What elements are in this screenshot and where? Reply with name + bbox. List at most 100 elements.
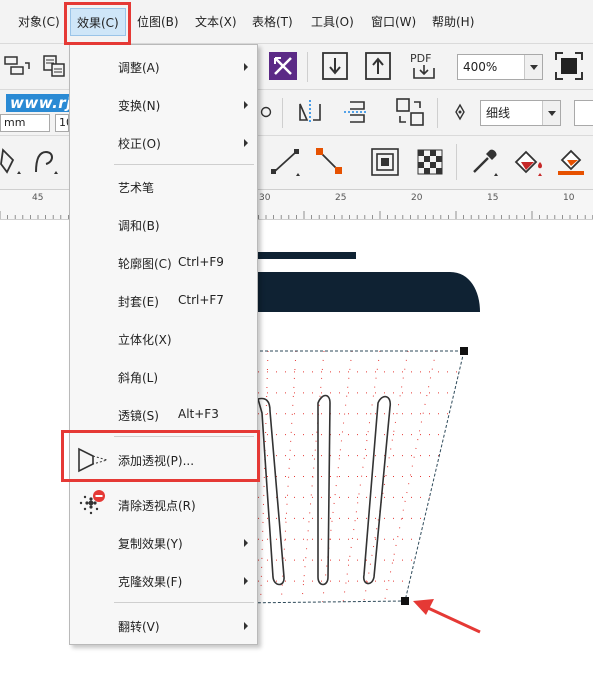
align-icon[interactable] (0, 48, 36, 84)
perspective-handle-top-right (460, 347, 468, 355)
menu-item-label: 复制效果(Y) (118, 537, 183, 551)
paint-bucket-icon[interactable] (510, 144, 546, 180)
menu-table[interactable]: 表格(T) (252, 12, 293, 32)
ruler-label: 45 (32, 193, 44, 203)
freehand-tool-icon[interactable] (28, 144, 64, 180)
menu-item-label: 透镜(S) (118, 409, 159, 423)
ruler-label: 20 (411, 193, 423, 203)
chevron-down-icon[interactable] (524, 55, 542, 79)
menu-item-label: 立体化(X) (118, 333, 172, 347)
menu-item-transform[interactable]: 变换(N) (70, 92, 257, 118)
outline-width-value: 细线 (486, 106, 511, 120)
menu-item-blend[interactable]: 调和(B) (70, 212, 257, 238)
menu-item-label: 调和(B) (118, 219, 160, 233)
menu-item-extrude[interactable]: 立体化(X) (70, 326, 257, 352)
submenu-arrow-icon (244, 63, 248, 71)
unit-field[interactable]: mm (0, 114, 50, 132)
pdf-icon[interactable]: PDF (406, 48, 442, 84)
connector-tool-icon[interactable] (312, 144, 348, 180)
menu-item-shortcut: Ctrl+F9 (178, 255, 224, 269)
transparency-tool-icon[interactable] (412, 144, 448, 180)
menu-item-label: 校正(O) (118, 137, 161, 151)
menu-item-artistic-media[interactable]: 艺术笔 (70, 174, 257, 200)
menu-bar: 对象(C) 效果(C) 位图(B) 文本(X) 表格(T) 工具(O) 窗口(W… (0, 0, 593, 44)
ruler-label: 10 (563, 193, 575, 203)
menu-item-clone-effect[interactable]: 克隆效果(F) (70, 568, 257, 594)
mirror-vertical-icon[interactable] (338, 94, 374, 130)
menu-item-label: 克隆效果(F) (118, 575, 183, 589)
ruler-label: 25 (335, 193, 347, 203)
toolbar-separator (456, 144, 457, 180)
number-field[interactable]: 10 (55, 114, 69, 132)
menu-item-flip[interactable]: 翻转(V) (70, 613, 257, 639)
import-icon[interactable] (317, 48, 353, 84)
mirror-horizontal-icon[interactable] (292, 94, 328, 130)
pen-nib-icon (442, 94, 478, 130)
menu-item-bevel[interactable]: 斜角(L) (70, 364, 257, 390)
contour-tool-icon[interactable] (367, 144, 403, 180)
menu-window[interactable]: 窗口(W) (371, 12, 416, 32)
toolbar-separator (437, 98, 438, 128)
export-icon[interactable] (360, 48, 396, 84)
menu-item-label: 变换(N) (118, 99, 161, 113)
interactive-fill-icon[interactable] (554, 144, 590, 180)
menu-item-shortcut: Ctrl+F7 (178, 293, 224, 307)
submenu-arrow-icon (244, 577, 248, 585)
convert-icon[interactable] (392, 94, 428, 130)
chevron-down-icon[interactable] (542, 101, 560, 125)
menu-help[interactable]: 帮助(H) (432, 12, 474, 32)
menu-effects[interactable]: 效果(C) (70, 8, 126, 36)
number-value: 10 (59, 116, 68, 129)
eyedropper-icon[interactable] (466, 144, 502, 180)
zoom-value: 400% (463, 60, 498, 74)
dimension-tool-icon[interactable] (268, 144, 304, 180)
ruler-label: 15 (487, 193, 499, 203)
menu-item-correction[interactable]: 校正(O) (70, 130, 257, 156)
intersect-icon[interactable] (265, 48, 301, 84)
svg-text:PDF: PDF (410, 52, 431, 65)
effects-dropdown-menu: 调整(A) 变换(N) 校正(O) 艺术笔 调和(B) 轮廓图(C) Ctrl+… (69, 44, 258, 645)
cup-lid (240, 272, 480, 312)
submenu-arrow-icon (244, 139, 248, 147)
cup-body-outline (239, 350, 465, 604)
toolbar-separator (307, 52, 308, 82)
menu-item-copy-effect[interactable]: 复制效果(Y) (70, 530, 257, 556)
menu-item-add-perspective[interactable]: 添加透视(P)... (70, 447, 257, 473)
menu-item-envelope[interactable]: 封套(E) Ctrl+F7 (70, 288, 257, 314)
toolbar-separator (282, 98, 283, 128)
menu-item-clear-perspective[interactable]: 清除透视点(R) (70, 490, 257, 518)
zoom-dropdown[interactable]: 400% (457, 54, 543, 80)
menu-item-label: 斜角(L) (118, 371, 159, 385)
arrange-icon[interactable] (36, 48, 72, 84)
menu-separator (114, 164, 254, 165)
perspective-handle-bottom-right (401, 597, 409, 605)
menu-item-label: 调整(A) (118, 61, 160, 75)
line-style-dropdown[interactable] (574, 100, 593, 126)
menu-item-label: 艺术笔 (118, 181, 155, 195)
submenu-arrow-icon (244, 622, 248, 630)
outline-width-dropdown[interactable]: 细线 (480, 100, 561, 126)
add-perspective-icon (75, 442, 111, 478)
ruler-label: 30 (259, 193, 271, 203)
clear-perspective-icon (75, 487, 111, 523)
pen-tool-icon[interactable] (0, 144, 30, 180)
menu-text[interactable]: 文本(X) (195, 12, 237, 32)
menu-bitmap[interactable]: 位图(B) (137, 12, 179, 32)
full-screen-icon[interactable] (551, 48, 587, 84)
menu-separator (114, 436, 254, 437)
unit-value: mm (4, 116, 26, 129)
menu-object[interactable]: 对象(C) (18, 12, 60, 32)
cup-stripes (257, 394, 392, 586)
submenu-arrow-icon (244, 101, 248, 109)
menu-item-label: 添加透视(P)... (118, 454, 195, 468)
menu-item-adjust[interactable]: 调整(A) (70, 54, 257, 80)
menu-tools[interactable]: 工具(O) (311, 12, 354, 32)
menu-item-shortcut: Alt+F3 (178, 407, 219, 421)
red-arrow-annotation (413, 599, 481, 634)
menu-item-label: 翻转(V) (118, 620, 160, 634)
menu-item-label: 清除透视点(R) (118, 499, 196, 513)
menu-separator (114, 602, 254, 603)
menu-item-contour[interactable]: 轮廓图(C) Ctrl+F9 (70, 250, 257, 276)
menu-item-lens[interactable]: 透镜(S) Alt+F3 (70, 402, 257, 428)
submenu-arrow-icon (244, 539, 248, 547)
